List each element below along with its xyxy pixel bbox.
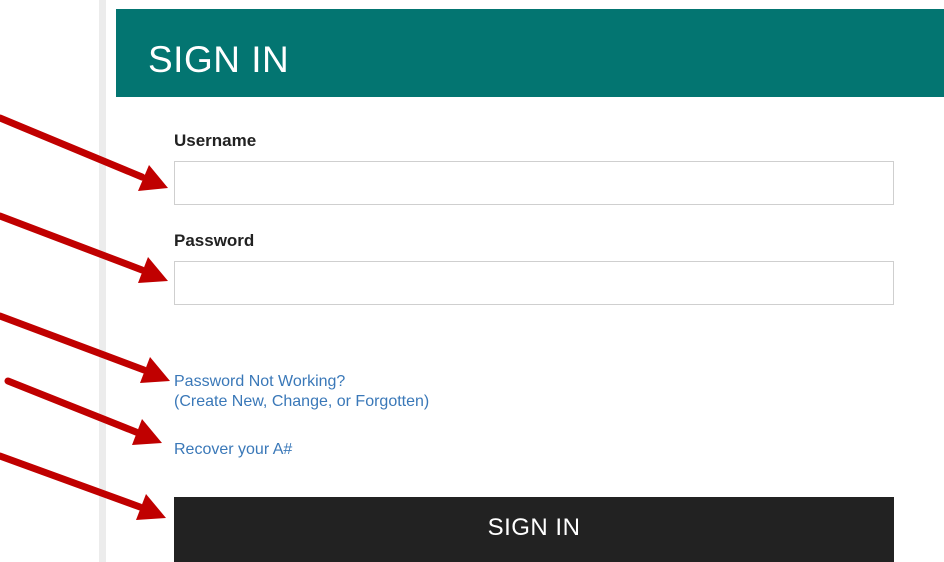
- username-input[interactable]: [174, 161, 894, 205]
- screenshot-stage: SIGN IN Username Password Password Not W…: [0, 0, 944, 562]
- username-label: Username: [174, 131, 257, 150]
- sign-in-panel: SIGN IN Username Password Password Not W…: [106, 0, 944, 562]
- sign-in-header: SIGN IN: [116, 9, 944, 97]
- page-left-border: [99, 0, 106, 562]
- password-input[interactable]: [174, 261, 894, 305]
- password-help-line2: (Create New, Change, or Forgotten): [174, 393, 430, 410]
- password-label: Password: [174, 231, 255, 250]
- page-title: SIGN IN: [148, 39, 290, 80]
- recover-account-link[interactable]: Recover your A#: [174, 440, 292, 460]
- password-help-line1: Password Not Working?: [174, 373, 346, 390]
- password-help-link[interactable]: Password Not Working? (Create New, Chang…: [174, 372, 429, 412]
- sign-in-button[interactable]: SIGN IN: [174, 497, 894, 562]
